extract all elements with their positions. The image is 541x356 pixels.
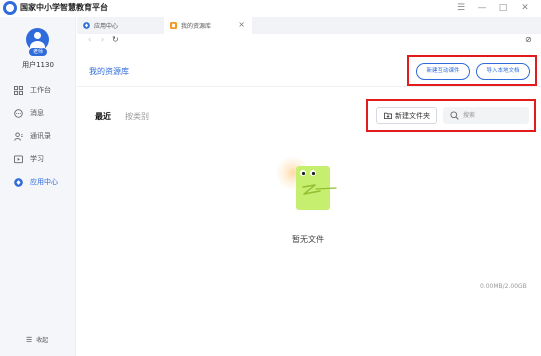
filter-recent[interactable]: 最近: [95, 111, 111, 122]
message-icon: [14, 109, 23, 118]
study-icon: [14, 155, 23, 164]
new-folder-button[interactable]: 新建文件夹: [376, 107, 437, 124]
sidebar-item-workbench[interactable]: 工作台: [0, 83, 76, 99]
storage-usage: 0.00MB/2.00GB: [480, 283, 527, 290]
search-box[interactable]: [443, 107, 529, 124]
new-interactive-courseware-button[interactable]: 新建互动课件: [416, 63, 470, 80]
sidebar-item-contacts[interactable]: 通讯录: [0, 129, 76, 145]
tab-app-center[interactable]: 应用中心: [77, 17, 164, 34]
tab-label: 应用中心: [94, 23, 119, 30]
menu-icon[interactable]: ☰: [454, 1, 468, 15]
forward-icon[interactable]: ›: [101, 35, 104, 44]
minimize-button[interactable]: —: [475, 1, 489, 15]
sidebar-item-label: 应用中心: [30, 178, 58, 186]
app-title: 国家中小学智慧教育平台: [20, 3, 108, 12]
role-badge: 老师: [29, 48, 47, 56]
tab-label: 我的资源库: [181, 23, 212, 30]
sidebar-item-message[interactable]: 消息: [0, 106, 76, 122]
resource-library-icon: [170, 22, 177, 29]
app-logo-icon: [3, 1, 17, 15]
collapse-icon: ☰: [26, 336, 33, 344]
divider: [77, 86, 541, 87]
tab-strip: 应用中心 我的资源库 ×: [77, 17, 541, 34]
app-center-icon: [14, 178, 23, 187]
empty-state-text: 暂无文件: [292, 235, 324, 244]
back-icon[interactable]: ‹: [88, 35, 91, 44]
sidebar: 老师 用户1130 工作台 消息 通讯录 学习 应用中心 ☰ 收起: [0, 17, 76, 356]
search-icon: [450, 111, 459, 120]
close-button[interactable]: ✕: [518, 1, 532, 15]
workbench-icon: [14, 86, 23, 95]
search-input[interactable]: [463, 109, 523, 121]
empty-folder-illustration: [277, 157, 337, 210]
close-tab-icon[interactable]: ×: [238, 20, 245, 29]
sidebar-item-label: 学习: [30, 155, 44, 163]
folder-plus-icon: [384, 112, 392, 119]
settings-icon[interactable]: ⊘: [525, 35, 532, 44]
maximize-button[interactable]: □: [496, 1, 510, 15]
sidebar-item-study[interactable]: 学习: [0, 152, 76, 168]
navigation-bar: ‹ › ↻ ⊘: [77, 34, 541, 48]
sidebar-item-label: 消息: [30, 109, 44, 117]
sidebar-item-label: 工作台: [30, 86, 51, 94]
new-folder-label: 新建文件夹: [395, 112, 430, 120]
app-center-icon: [83, 22, 90, 29]
tab-my-resource-library[interactable]: 我的资源库 ×: [164, 17, 252, 34]
import-local-document-button[interactable]: 导入本地文档: [476, 63, 530, 80]
sidebar-item-app-center[interactable]: 应用中心: [0, 175, 76, 191]
collapse-sidebar-button[interactable]: ☰ 收起: [26, 335, 48, 344]
collapse-label: 收起: [36, 337, 49, 344]
title-bar: 国家中小学智慧教育平台 ☰ — □ ✕: [0, 0, 541, 17]
sidebar-item-label: 通讯录: [30, 132, 51, 140]
contacts-icon: [14, 132, 23, 141]
filter-by-category[interactable]: 按类别: [125, 111, 149, 122]
page-title: 我的资源库: [89, 67, 129, 76]
refresh-icon[interactable]: ↻: [112, 35, 119, 44]
user-name[interactable]: 用户1130: [0, 60, 76, 70]
